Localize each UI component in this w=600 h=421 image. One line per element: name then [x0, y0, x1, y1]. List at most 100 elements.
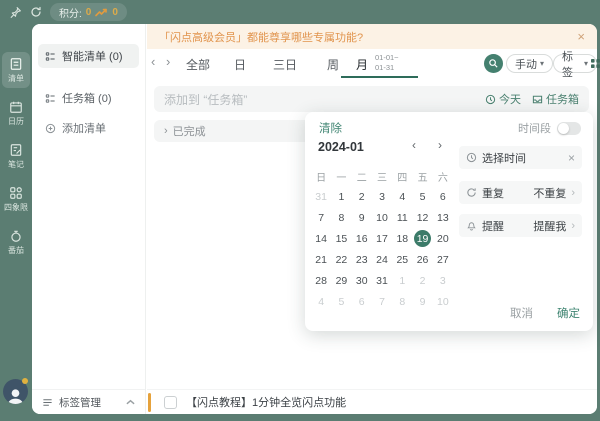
- confirm-button[interactable]: 确定: [557, 305, 580, 321]
- calendar-day[interactable]: 16: [352, 228, 372, 249]
- calendar-day[interactable]: 30: [352, 270, 372, 291]
- calendar-day[interactable]: 6: [352, 291, 372, 312]
- tab-day[interactable]: 日: [234, 56, 246, 73]
- pin-icon[interactable]: [9, 6, 22, 19]
- tab-month[interactable]: 月: [356, 56, 368, 73]
- next-period-icon[interactable]: ›: [166, 54, 170, 70]
- calendar-day[interactable]: 27: [433, 249, 453, 270]
- calendar-day[interactable]: 15: [331, 228, 351, 249]
- chevron-right-icon: ›: [571, 187, 575, 199]
- calendar-day[interactable]: 31: [372, 270, 392, 291]
- calendar-day[interactable]: 21: [311, 249, 331, 270]
- prev-period-icon[interactable]: ‹: [151, 54, 155, 70]
- list-sidebar: 智能清单 (0) 任务箱 (0) 添加清单 标签管理: [32, 24, 146, 414]
- calendar-day[interactable]: 2: [352, 186, 372, 207]
- points-badge[interactable]: 积分: 0 0: [50, 3, 127, 21]
- calendar-day[interactable]: 9: [412, 291, 432, 312]
- calendar-day[interactable]: 26: [412, 249, 432, 270]
- select-list-button[interactable]: 任务箱: [532, 91, 579, 107]
- weekday-label: 一: [331, 169, 351, 184]
- plus-circle-icon: [45, 123, 56, 134]
- completed-label: 已完成: [173, 123, 206, 139]
- calendar-day[interactable]: 5: [331, 291, 351, 312]
- calendar-day[interactable]: 1: [392, 270, 412, 291]
- calendar-day[interactable]: 29: [331, 270, 351, 291]
- calendar-day[interactable]: 2: [412, 270, 432, 291]
- calendar-day[interactable]: 22: [331, 249, 351, 270]
- calendar-day[interactable]: 12: [412, 207, 432, 228]
- calendar-day[interactable]: 24: [372, 249, 392, 270]
- sidebar-item-add-list[interactable]: 添加清单: [38, 116, 139, 140]
- remind-value: 提醒我: [533, 218, 566, 234]
- repeat-value: 不重复: [533, 185, 566, 201]
- set-today-button[interactable]: 今天: [485, 91, 521, 107]
- calendar-day[interactable]: 3: [433, 270, 453, 291]
- caret-down-icon: ▾: [584, 59, 588, 68]
- tag-manage-row[interactable]: 标签管理: [32, 389, 145, 414]
- calendar-day[interactable]: 3: [372, 186, 392, 207]
- clock-icon: [485, 94, 496, 105]
- task-box-icon: [45, 93, 56, 104]
- rail-item-pomodoro[interactable]: 番茄: [2, 224, 30, 260]
- calendar-day[interactable]: 6: [433, 186, 453, 207]
- search-icon: [488, 58, 499, 69]
- sidebar-item-smart-list[interactable]: 智能清单 (0): [38, 44, 139, 68]
- calendar-day[interactable]: 7: [311, 207, 331, 228]
- prev-month-icon[interactable]: ‹: [412, 138, 416, 152]
- calendar-day[interactable]: 23: [352, 249, 372, 270]
- rail-item-quadrant[interactable]: 四象限: [2, 181, 30, 217]
- calendar-day-selected[interactable]: 19: [412, 228, 432, 249]
- promo-banner[interactable]: 「闪点高级会员」都能尊享哪些专属功能? ×: [147, 24, 597, 49]
- chevron-up-icon[interactable]: [126, 399, 135, 406]
- remind-row[interactable]: 提醒 提醒我 ›: [459, 214, 582, 237]
- sort-manual-button[interactable]: 手动 ▾: [506, 54, 553, 73]
- clear-time-icon[interactable]: ×: [568, 152, 575, 164]
- sidebar-item-task-box[interactable]: 任务箱 (0): [38, 86, 139, 110]
- tab-three-day[interactable]: 三日: [273, 56, 297, 73]
- tutorial-task-row[interactable]: 【闪点教程】1分钟全览闪点功能: [147, 389, 597, 414]
- bell-icon: [466, 220, 477, 231]
- completed-section-toggle[interactable]: › 已完成 0: [154, 120, 327, 142]
- calendar-day[interactable]: 4: [311, 291, 331, 312]
- calendar-day[interactable]: 25: [392, 249, 412, 270]
- points-label: 积分:: [59, 5, 82, 20]
- calendar-icon: [9, 100, 23, 114]
- search-button[interactable]: [484, 54, 503, 73]
- calendar-day[interactable]: 9: [352, 207, 372, 228]
- calendar-day[interactable]: 1: [331, 186, 351, 207]
- calendar-day[interactable]: 14: [311, 228, 331, 249]
- clear-button[interactable]: 清除: [319, 120, 342, 136]
- calendar-day[interactable]: 31: [311, 186, 331, 207]
- calendar-day[interactable]: 4: [392, 186, 412, 207]
- banner-close-icon[interactable]: ×: [577, 30, 585, 43]
- task-checkbox[interactable]: [164, 396, 177, 409]
- avatar-status-badge: [22, 378, 28, 384]
- rail-item-list[interactable]: 清单: [2, 52, 30, 88]
- calendar-day[interactable]: 8: [331, 207, 351, 228]
- calendar-day[interactable]: 18: [392, 228, 412, 249]
- calendar-day[interactable]: 17: [372, 228, 392, 249]
- refresh-icon[interactable]: [30, 6, 42, 18]
- layout-grid-icon[interactable]: [591, 59, 600, 68]
- calendar-day[interactable]: 13: [433, 207, 453, 228]
- tab-all[interactable]: 全部: [186, 56, 210, 73]
- calendar-day[interactable]: 10: [372, 207, 392, 228]
- calendar-day[interactable]: 28: [311, 270, 331, 291]
- add-task-input[interactable]: 添加到 “任务箱” 今天 任务箱: [154, 86, 589, 112]
- calendar-day[interactable]: 10: [433, 291, 453, 312]
- time-range-toggle[interactable]: [557, 122, 581, 135]
- select-time-label: 选择时间: [482, 150, 526, 166]
- rail-item-notes[interactable]: 笔记: [2, 138, 30, 174]
- calendar-day[interactable]: 11: [392, 207, 412, 228]
- next-month-icon[interactable]: ›: [438, 138, 442, 152]
- calendar-day[interactable]: 20: [433, 228, 453, 249]
- tab-week[interactable]: 周: [327, 56, 339, 73]
- calendar-day[interactable]: 5: [412, 186, 432, 207]
- rail-item-calendar[interactable]: 日历: [2, 95, 30, 131]
- calendar-day[interactable]: 8: [392, 291, 412, 312]
- repeat-row[interactable]: 重复 不重复 ›: [459, 181, 582, 204]
- cancel-button[interactable]: 取消: [510, 305, 533, 321]
- calendar-day[interactable]: 7: [372, 291, 392, 312]
- tag-manage-label: 标签管理: [59, 395, 101, 410]
- select-time-row[interactable]: 选择时间 ×: [459, 146, 582, 169]
